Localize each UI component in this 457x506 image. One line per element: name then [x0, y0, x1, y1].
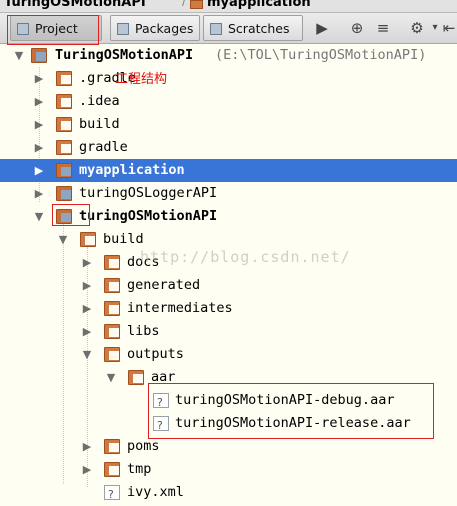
- folder-icon: [56, 140, 72, 155]
- tree-item-label: libs: [127, 323, 160, 339]
- collapsed-arrow-icon[interactable]: ▶: [80, 297, 94, 320]
- hide-icon[interactable]: ⇤: [438, 17, 457, 39]
- folder-icon: [56, 117, 72, 132]
- crosshair-icon[interactable]: ⊕: [346, 17, 368, 39]
- collapsed-arrow-icon[interactable]: ▶: [80, 274, 94, 297]
- folder-icon: [104, 347, 120, 362]
- tree-row[interactable]: ▶ tmp: [0, 458, 457, 481]
- tree-row[interactable]: ▶ gradle: [0, 136, 457, 159]
- tree-row[interactable]: ▶ generated: [0, 274, 457, 297]
- collapsed-arrow-icon[interactable]: ▶: [80, 320, 94, 343]
- breadcrumb-item-project[interactable]: TuringOSMotionAPI: [4, 0, 146, 12]
- tree-row-root[interactable]: ▼ TuringOSMotionAPI (E:\TOL\TuringOSMoti…: [0, 44, 457, 67]
- collapsed-arrow-icon[interactable]: ▶: [32, 182, 46, 205]
- folder-icon: [190, 0, 203, 9]
- tree-row[interactable]: ▶ turingOSLoggerAPI: [0, 182, 457, 205]
- tree-item-label: myapplication: [79, 162, 185, 178]
- expand-arrow-icon[interactable]: ▼: [56, 228, 70, 251]
- collapse-icon[interactable]: ≡: [372, 17, 394, 39]
- expand-arrow-icon[interactable]: ▼: [12, 44, 26, 67]
- tab-packages-label: Packages: [135, 21, 194, 36]
- annotation-box-project-tab: [7, 15, 99, 45]
- packages-view-icon: [117, 23, 129, 35]
- collapsed-arrow-icon[interactable]: ▶: [32, 90, 46, 113]
- tree-item-label: outputs: [127, 346, 184, 362]
- expand-arrow-icon[interactable]: ▼: [104, 366, 118, 389]
- tab-packages[interactable]: Packages: [110, 15, 200, 41]
- folder-icon: [104, 439, 120, 454]
- scratches-view-icon: [210, 23, 222, 35]
- collapsed-arrow-icon[interactable]: ▶: [32, 113, 46, 136]
- collapsed-arrow-icon[interactable]: ▶: [80, 251, 94, 274]
- triangle-right-icon[interactable]: ▶: [311, 17, 333, 39]
- tree-row[interactable]: ▶ build: [0, 113, 457, 136]
- expand-arrow-icon[interactable]: ▼: [80, 343, 94, 366]
- module-folder-icon: [56, 163, 72, 178]
- collapsed-arrow-icon[interactable]: ▶: [80, 435, 94, 458]
- tab-scratches-label: Scratches: [228, 21, 290, 36]
- tree-row[interactable]: ▼ outputs: [0, 343, 457, 366]
- annotation-note: 工程结构: [115, 72, 168, 87]
- tree-item-label: turingOSMotionAPI: [79, 208, 218, 224]
- tree-item-label: generated: [127, 277, 201, 293]
- folder-icon: [104, 278, 120, 293]
- expand-arrow-icon[interactable]: ▼: [32, 205, 46, 228]
- folder-icon: [80, 232, 96, 247]
- tree-item-label: .idea: [79, 93, 120, 109]
- module-folder-icon: [31, 48, 47, 63]
- tree-item-label: turingOSLoggerAPI: [79, 185, 218, 201]
- folder-icon: [104, 255, 120, 270]
- tree-item-label: intermediates: [127, 300, 233, 316]
- tree-item-label: tmp: [127, 461, 152, 477]
- annotation-box-module-icon: [52, 204, 90, 226]
- watermark: http://blog.csdn.net/: [140, 248, 351, 266]
- collapsed-arrow-icon[interactable]: ▶: [32, 67, 46, 90]
- collapsed-arrow-icon[interactable]: ▶: [32, 136, 46, 159]
- breadcrumb-item-module[interactable]: myapplication: [207, 0, 311, 12]
- folder-icon: [56, 94, 72, 109]
- tree-row[interactable]: ▶ .gradle: [0, 67, 457, 90]
- tree-item-label: TuringOSMotionAPI: [55, 47, 194, 63]
- breadcrumb-separator: /: [182, 0, 187, 9]
- tree-item-label: gradle: [79, 139, 128, 155]
- tab-scratches[interactable]: Scratches: [203, 15, 303, 41]
- tree-row[interactable]: ▶ intermediates: [0, 297, 457, 320]
- annotation-box-aar-files: [148, 383, 434, 439]
- folder-icon: [104, 324, 120, 339]
- collapsed-arrow-icon[interactable]: ▶: [80, 458, 94, 481]
- folder-icon: [104, 301, 120, 316]
- tree-item-label: build: [79, 116, 120, 132]
- tree-item-label: build: [103, 231, 144, 247]
- folder-icon: [128, 370, 144, 385]
- tree-row[interactable]: ▶ libs: [0, 320, 457, 343]
- folder-icon: [104, 462, 120, 477]
- module-folder-icon: [56, 186, 72, 201]
- tree-item-path: (E:\TOL\TuringOSMotionAPI): [215, 47, 427, 63]
- tree-row[interactable]: ▶ .idea: [0, 90, 457, 113]
- collapsed-arrow-icon[interactable]: ▶: [32, 159, 46, 182]
- tree-row-selected[interactable]: ▶ myapplication: [0, 159, 457, 182]
- breadcrumb: TuringOSMotionAPI / myapplication: [0, 0, 457, 13]
- folder-icon: [56, 71, 72, 86]
